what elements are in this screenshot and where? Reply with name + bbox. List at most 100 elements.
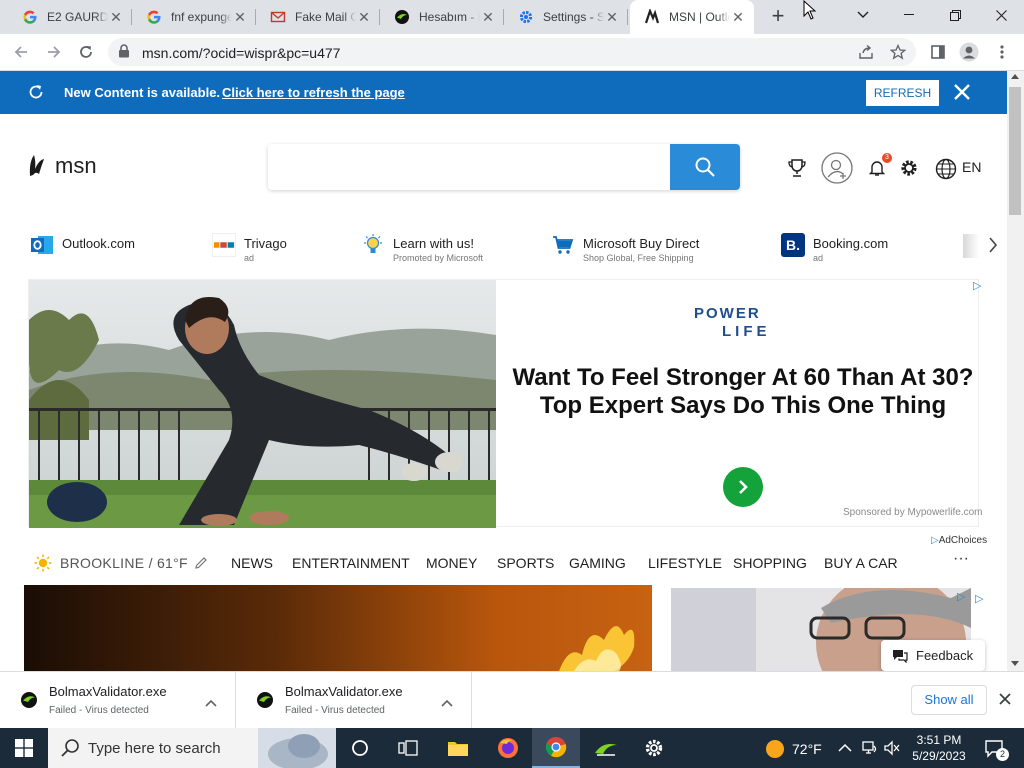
new-tab-button[interactable]: + (766, 5, 790, 29)
side-panel-icon[interactable] (926, 40, 950, 64)
bookmark-star-icon[interactable] (886, 40, 910, 64)
nav-buy-a-car[interactable]: BUY A CAR (824, 555, 898, 571)
start-button[interactable] (0, 728, 48, 768)
taskbar-firefox[interactable] (484, 728, 532, 768)
tab-close-icon[interactable]: ✕ (232, 9, 248, 25)
card-adchoices-icon[interactable]: ▷ (975, 592, 983, 605)
ad-go-button[interactable] (723, 467, 763, 507)
minimize-button[interactable] (886, 0, 932, 30)
weather-sun-icon (766, 740, 784, 758)
nav-more-icon[interactable]: ··· (953, 550, 969, 568)
adchoices-triangle-icon[interactable]: ▷ (973, 279, 981, 292)
ad-photo-man-pushup[interactable] (29, 280, 496, 528)
scroll-down-icon[interactable] (1011, 661, 1019, 666)
rewards-trophy-icon[interactable] (785, 156, 809, 180)
back-button[interactable] (9, 40, 33, 64)
taskbar-search-box[interactable]: Type here to search (48, 728, 336, 768)
page-scrollbar[interactable] (1007, 71, 1024, 671)
tab-fake-mail[interactable]: Fake Mail Generator ✕ (256, 0, 380, 34)
tab-settings[interactable]: Settings - Security ✕ (504, 0, 628, 34)
tab-search-chevron-icon[interactable] (840, 0, 886, 30)
volume-icon[interactable] (884, 740, 900, 761)
adchoices-link[interactable]: ▷AdChoices (931, 535, 987, 546)
ad-sponsor-label[interactable]: Sponsored by Mypowerlife.com (843, 507, 983, 518)
feedback-button[interactable]: Feedback (881, 640, 985, 671)
tab-hesabim[interactable]: Hesabım - Bolmax ✕ (380, 0, 504, 34)
taskbar-clock[interactable]: 3:51 PM 5/29/2023 (906, 732, 972, 764)
nav-gaming[interactable]: GAMING (569, 555, 626, 571)
close-window-button[interactable] (978, 0, 1024, 30)
network-icon[interactable] (862, 740, 880, 761)
weather-location[interactable]: BROOKLINE / 61°F (34, 554, 208, 572)
quick-link-learn[interactable]: Learn with us! Promoted by Microsoft (361, 232, 483, 266)
share-icon[interactable] (854, 40, 878, 64)
language-label[interactable]: EN (962, 159, 981, 175)
download-item[interactable]: BolmaxValidator.exe Failed - Virus detec… (236, 672, 472, 729)
cortana-button[interactable] (336, 728, 384, 768)
quick-link-outlook[interactable]: Outlook.com (30, 232, 135, 266)
scrollbar-thumb[interactable] (1009, 87, 1021, 215)
forward-button[interactable] (42, 40, 66, 64)
taskbar-bolmax[interactable] (582, 728, 630, 768)
show-all-downloads-button[interactable]: Show all (911, 685, 987, 715)
tab-close-icon[interactable]: ✕ (108, 9, 124, 25)
sign-in-avatar-icon[interactable] (820, 151, 854, 185)
search-box[interactable] (268, 144, 740, 190)
tab-e2-gaurdian[interactable]: E2 GAURDIAN ✕ (8, 0, 132, 34)
show-hidden-icons-chevron-icon[interactable] (838, 740, 852, 758)
reload-button[interactable] (74, 40, 98, 64)
quick-link-sublabel: Promoted by Microsoft (393, 253, 484, 263)
msn-icon (644, 9, 660, 25)
browser-menu-icon[interactable] (990, 40, 1014, 64)
edit-pencil-icon[interactable] (194, 556, 208, 570)
chrome-icon (545, 737, 567, 758)
mouse-pointer-icon (803, 0, 817, 25)
news-card-fire-image[interactable] (24, 585, 652, 671)
nav-entertainment[interactable]: ENTERTAINMENT (292, 555, 410, 571)
tab-fnf-expunged[interactable]: fnf expunged ✕ (132, 0, 256, 34)
restore-button[interactable] (932, 0, 978, 30)
nav-money[interactable]: MONEY (426, 555, 477, 571)
settings-gear-icon[interactable] (898, 157, 920, 179)
task-view-button[interactable] (384, 728, 432, 768)
tab-close-icon[interactable]: ✕ (730, 9, 746, 25)
tab-close-icon[interactable]: ✕ (356, 9, 372, 25)
settings-gear-icon (645, 739, 663, 757)
language-globe-icon[interactable] (933, 156, 959, 182)
nav-news[interactable]: NEWS (231, 555, 273, 571)
search-icon (61, 739, 79, 757)
address-bar[interactable]: msn.com/?ocid=wispr&pc=u477 (108, 38, 916, 66)
download-item[interactable]: BolmaxValidator.exe Failed - Virus detec… (0, 672, 236, 729)
scroll-up-icon[interactable] (1011, 74, 1019, 79)
download-options-chevron-icon[interactable] (205, 694, 217, 712)
close-banner-icon[interactable] (951, 81, 973, 108)
download-options-chevron-icon[interactable] (441, 694, 453, 712)
ad-brand-line2: LIFE (722, 323, 771, 340)
quick-links-next-chevron-icon[interactable] (988, 236, 998, 259)
tab-close-icon[interactable]: ✕ (480, 9, 496, 25)
tab-strip: E2 GAURDIAN ✕ fnf expunged ✕ Fake Mail G… (0, 0, 1024, 34)
taskbar-chrome[interactable] (532, 728, 580, 768)
quick-link-booking[interactable]: B. Booking.com ad (781, 232, 888, 266)
msn-logo[interactable]: msn (27, 152, 97, 180)
quick-link-trivago[interactable]: Trivago ad (212, 232, 287, 266)
taskbar-settings[interactable] (630, 728, 678, 768)
profile-avatar-icon[interactable] (957, 40, 981, 64)
action-center-button[interactable]: 2 (984, 738, 1009, 763)
card-ad-play-icon[interactable]: ▷ (957, 590, 965, 603)
tab-msn[interactable]: MSN | Outlook ✕ (630, 0, 754, 34)
nav-sports[interactable]: SPORTS (497, 555, 554, 571)
quick-link-microsoft-buy-direct[interactable]: Microsoft Buy Direct Shop Global, Free S… (551, 232, 699, 266)
taskbar-weather[interactable]: 72°F (765, 739, 822, 759)
ad-headline[interactable]: Want To Feel Stronger At 60 Than At 30? … (512, 364, 974, 420)
nav-shopping[interactable]: SHOPPING (733, 555, 807, 571)
downloads-shelf: BolmaxValidator.exe Failed - Virus detec… (0, 671, 1024, 729)
close-shelf-icon[interactable] (998, 692, 1012, 711)
search-input[interactable] (280, 154, 660, 180)
refresh-button[interactable]: REFRESH (866, 80, 939, 106)
tab-close-icon[interactable]: ✕ (604, 9, 620, 25)
taskbar-file-explorer[interactable] (434, 728, 482, 768)
nav-lifestyle[interactable]: LIFESTYLE (648, 555, 722, 571)
search-button[interactable] (670, 144, 740, 190)
refresh-page-link[interactable]: Click here to refresh the page (222, 85, 405, 100)
